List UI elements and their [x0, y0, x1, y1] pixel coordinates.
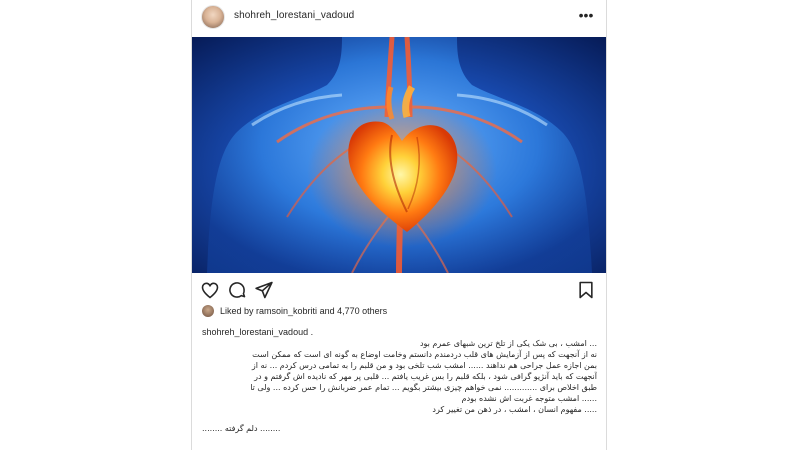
caption-line: آنجهت که باید آنژیو گرافی شود ، بلکه قلب…: [254, 372, 597, 381]
liker-avatar[interactable]: [202, 305, 214, 317]
likes-user[interactable]: ramsoin_kobriti: [256, 306, 317, 316]
likes-prefix: Liked by: [220, 306, 257, 316]
caption-line: بمن اجازه عمل جراحی هم نداهند ...... امش…: [251, 361, 597, 370]
heart-illustration: [192, 37, 606, 273]
post-image[interactable]: [192, 37, 606, 273]
likes-summary[interactable]: Liked by ramsoin_kobriti and 4,770 other…: [220, 306, 387, 316]
caption-line: نه از آنجهت که پس از آزمایش های قلب دردم…: [252, 350, 597, 359]
post-caption: shohreh_lorestani_vadoud . ... امشب ، بی…: [202, 327, 597, 434]
caption-line: ...... امشب متوجه غربت اش نشده بودم: [461, 394, 597, 403]
paper-plane-icon[interactable]: [254, 280, 274, 300]
bookmark-icon[interactable]: [576, 280, 596, 300]
post-actions: [192, 280, 606, 304]
caption-line: ..... مفهوم انسان ، امشب ، در ذهن من تغی…: [432, 405, 597, 414]
caption-username[interactable]: shohreh_lorestani_vadoud .: [202, 327, 597, 338]
heart-outline-icon[interactable]: [200, 280, 220, 300]
caption-line: ... امشب ، بی شک یکی از تلخ ترین شبهای ع…: [419, 339, 597, 348]
caption-line: ........ دلم گرفته ........: [202, 424, 281, 433]
profile-avatar[interactable]: [201, 5, 225, 29]
likes-row: Liked by ramsoin_kobriti and 4,770 other…: [192, 305, 606, 319]
more-options-icon[interactable]: •••: [578, 7, 594, 23]
comment-icon[interactable]: [227, 280, 247, 300]
caption-line: [202, 415, 597, 423]
instagram-post: shohreh_lorestani_vadoud ••• Liked by ra…: [191, 0, 607, 450]
caption-text: ... امشب ، بی شک یکی از تلخ ترین شبهای ع…: [202, 338, 597, 434]
post-header: shohreh_lorestani_vadoud •••: [192, 0, 606, 37]
caption-line: طبق اخلاص برای ............. نمی خواهم چ…: [250, 383, 597, 392]
post-username[interactable]: shohreh_lorestani_vadoud: [234, 10, 354, 21]
likes-suffix: and 4,770 others: [317, 306, 388, 316]
